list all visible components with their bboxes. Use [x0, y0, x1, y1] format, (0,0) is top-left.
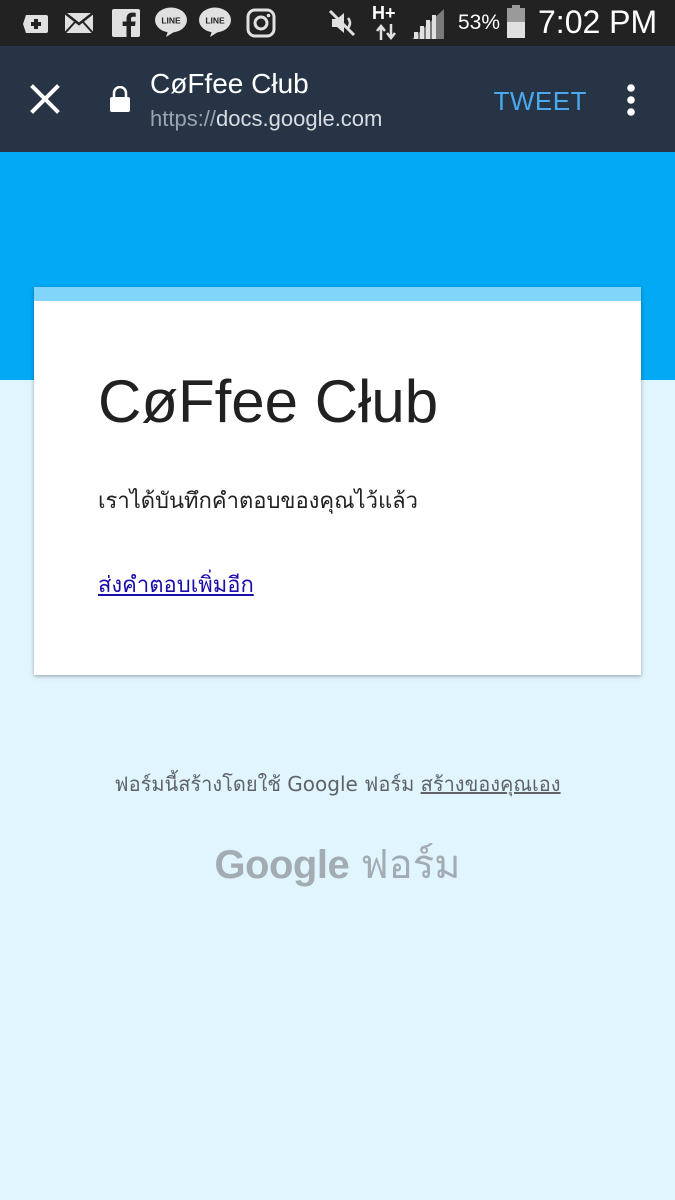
mute-icon — [328, 9, 356, 37]
card-accent-bar — [34, 287, 641, 301]
data-transfer-icon — [376, 24, 396, 40]
signal-icon — [412, 9, 444, 39]
svg-text:LINE: LINE — [205, 16, 225, 26]
footer-note: ฟอร์มนี้สร้างโดยใช้ Google ฟอร์ม สร้างขอ… — [0, 768, 675, 800]
svg-text:LINE: LINE — [161, 16, 181, 26]
footer-note-text: ฟอร์มนี้สร้างโดยใช้ Google ฟอร์ม — [114, 772, 415, 796]
create-your-own-link[interactable]: สร้างของคุณเอง — [421, 772, 561, 796]
url-host: docs.google.com — [216, 106, 383, 131]
google-forms-logo[interactable]: Google ฟอร์ม — [0, 832, 675, 896]
url-scheme: https:// — [150, 106, 217, 131]
more-options-icon[interactable] — [617, 82, 645, 118]
battery-icon — [507, 5, 525, 38]
page-title: CøFfee Cłub — [150, 68, 309, 99]
url-display[interactable]: https://docs.google.com — [150, 106, 382, 132]
form-title: CøFfee Cłub — [98, 368, 439, 435]
submit-another-response-link[interactable]: ส่งคำตอบเพิ่มอีก — [98, 567, 254, 602]
facebook-icon — [112, 9, 140, 37]
network-type: H+ — [372, 3, 396, 23]
custom-tab-toolbar: CøFfee Cłub https://docs.google.com TWEE… — [0, 46, 675, 152]
status-bar: LINE LINE H+ 53% 7:02 PM — [0, 0, 675, 46]
lock-icon — [110, 86, 130, 112]
tweet-button[interactable]: TWEET — [494, 86, 588, 117]
add-icon — [23, 15, 48, 33]
confirmation-card: CøFfee Cłub เราได้บันทึกคำตอบของคุณไว้แล… — [34, 287, 641, 675]
logo-google-text: Google — [214, 843, 350, 887]
instagram-icon — [246, 8, 276, 38]
close-icon[interactable] — [22, 76, 68, 122]
line-icon: LINE — [199, 7, 231, 37]
mail-icon — [64, 12, 94, 34]
battery-percent: 53% — [458, 11, 501, 34]
confirmation-message: เราได้บันทึกคำตอบของคุณไว้แล้ว — [98, 489, 418, 514]
line-icon: LINE — [155, 7, 187, 37]
clock: 7:02 PM — [538, 4, 658, 40]
logo-forms-text: ฟอร์ม — [360, 843, 461, 887]
